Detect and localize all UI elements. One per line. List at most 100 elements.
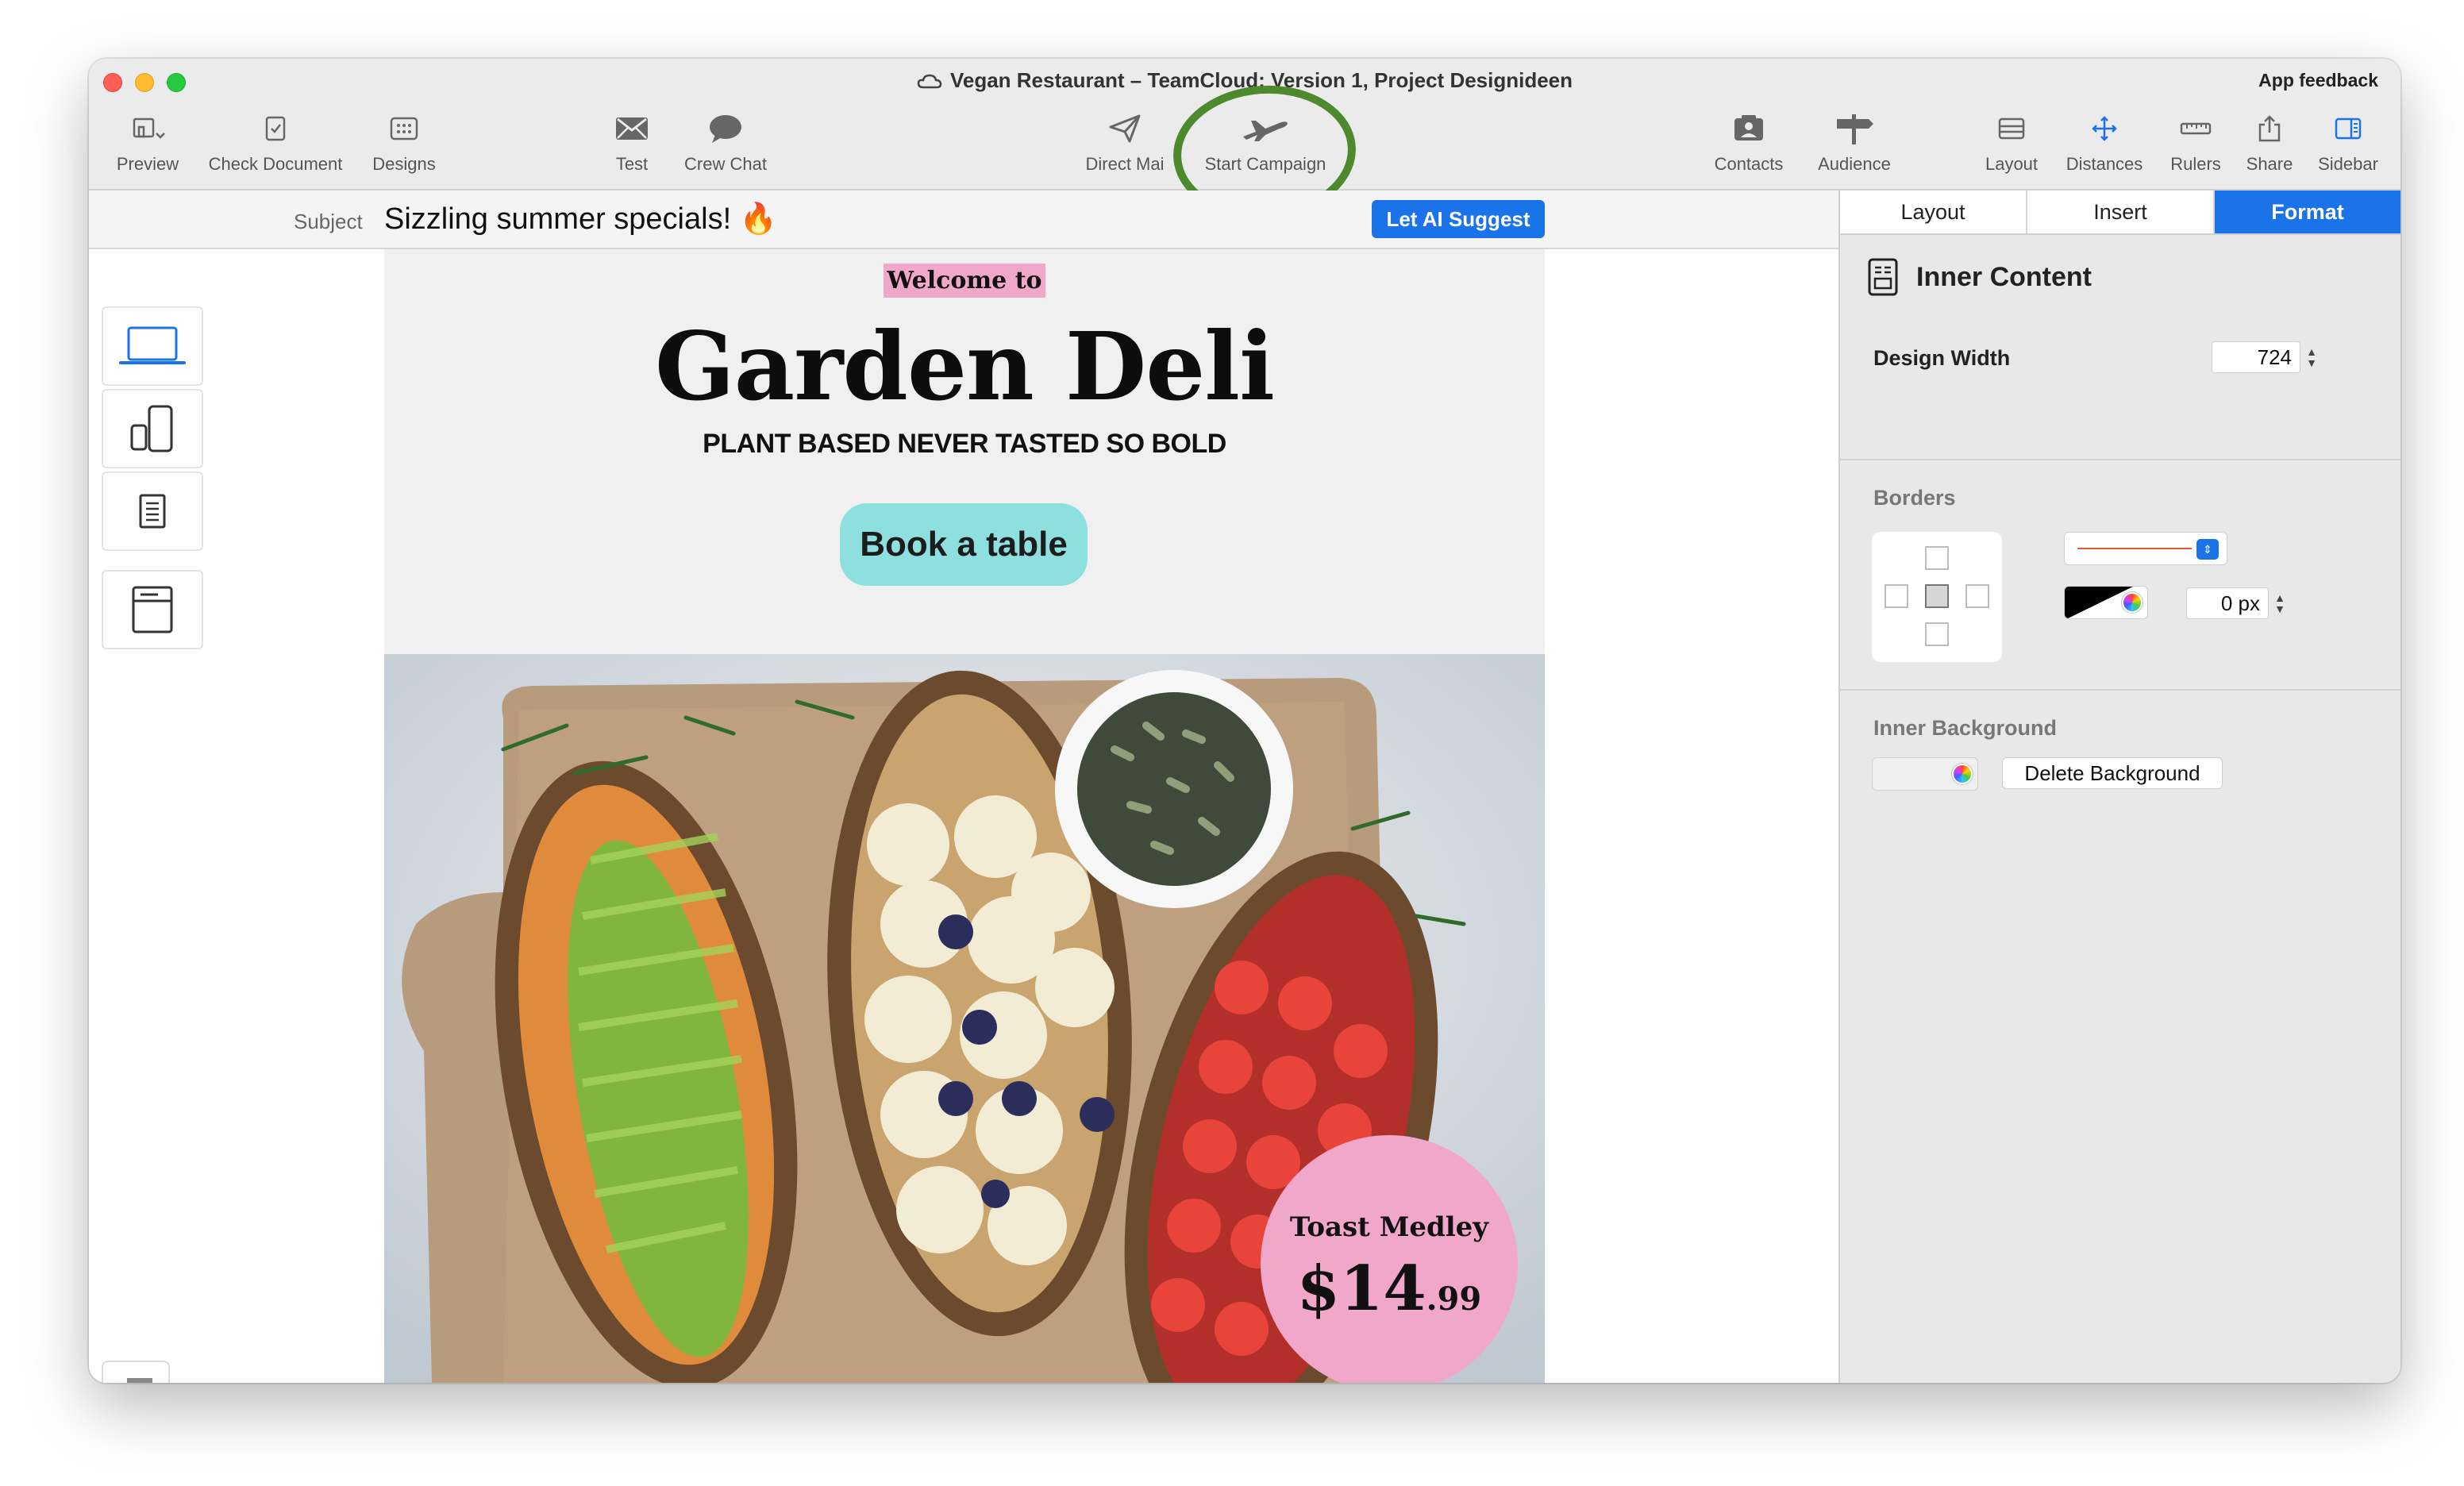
laptop-icon xyxy=(119,326,186,364)
design-width-input[interactable]: 724 xyxy=(2212,341,2300,373)
preview-label: Preview xyxy=(116,154,179,174)
inner-background-color-well[interactable] xyxy=(1872,757,1978,791)
price-badge[interactable]: Toast Medley $14.99 xyxy=(1261,1135,1518,1383)
let-ai-suggest-button[interactable]: Let AI Suggest xyxy=(1372,200,1545,238)
food-photo[interactable]: Toast Medley $14.99 xyxy=(384,654,1545,1383)
badge-price-cents: .99 xyxy=(1426,1280,1482,1318)
window-title: Vegan Restaurant – TeamCloud: Version 1,… xyxy=(89,68,2400,93)
layers-button[interactable] xyxy=(102,1361,170,1383)
check-document-icon xyxy=(265,116,286,141)
direct-mail-button[interactable]: Direct Mai xyxy=(1073,110,1176,175)
tab-format[interactable]: Format xyxy=(2215,191,2400,233)
distances-button[interactable]: Distances xyxy=(2053,110,2156,175)
contacts-button[interactable]: Contacts xyxy=(1697,110,1800,175)
border-style-select[interactable]: ⇕ xyxy=(2064,532,2227,565)
border-all-toggle[interactable] xyxy=(1925,584,1949,608)
share-label: Share xyxy=(2246,154,2293,174)
sidebar-tabs: Layout Insert Format xyxy=(1840,191,2400,235)
color-wheel-icon[interactable] xyxy=(2122,592,2143,613)
audience-button[interactable]: Audience xyxy=(1799,110,1910,175)
share-icon xyxy=(2258,115,2281,142)
book-a-table-button[interactable]: Book a table xyxy=(840,503,1088,586)
layout-button[interactable]: Layout xyxy=(1972,110,2051,175)
test-label: Test xyxy=(615,154,649,174)
tab-layout[interactable]: Layout xyxy=(1840,191,2027,233)
badge-price-main: $14 xyxy=(1296,1253,1426,1325)
preview-icon xyxy=(133,117,165,139)
app-window: Vegan Restaurant – TeamCloud: Version 1,… xyxy=(89,59,2400,1383)
sidebar-label: Sidebar xyxy=(2318,154,2378,174)
window-title-text: Vegan Restaurant – TeamCloud: Version 1,… xyxy=(949,68,1573,92)
start-campaign-label: Start Campaign xyxy=(1204,154,1326,174)
airplane-icon xyxy=(1243,121,1288,141)
distances-icon xyxy=(2092,116,2117,141)
sidebar-toggle-button[interactable]: Sidebar xyxy=(2308,110,2388,175)
designs-icon xyxy=(390,117,418,141)
inner-content-title: Inner Content xyxy=(1916,261,2092,292)
chat-bubble-icon xyxy=(710,115,741,143)
mobile-view-button[interactable] xyxy=(102,389,203,468)
rulers-label: Rulers xyxy=(2170,154,2221,174)
sidebar-icon xyxy=(2335,117,2362,140)
envelope-icon xyxy=(616,117,648,140)
start-campaign-button[interactable]: Start Campaign xyxy=(1186,110,1345,175)
document-icon xyxy=(139,494,166,529)
tab-insert[interactable]: Insert xyxy=(2027,191,2215,233)
design-width-label: Design Width xyxy=(1873,346,2011,370)
subject-input[interactable]: Sizzling summer specials! 🔥 xyxy=(384,202,777,237)
border-bottom-toggle[interactable] xyxy=(1925,622,1949,646)
format-sidebar: Layout Insert Format Inner Content Desig… xyxy=(1838,191,2400,1383)
inner-content-icon xyxy=(1868,258,1898,296)
brand-heading[interactable]: Garden Deli xyxy=(384,311,1545,422)
layout-label: Layout xyxy=(1985,154,2039,174)
contacts-label: Contacts xyxy=(1714,154,1784,174)
borders-label: Borders xyxy=(1873,486,1956,510)
template-view-button[interactable] xyxy=(102,570,203,649)
border-sides-picker[interactable] xyxy=(1872,532,2002,662)
distances-label: Distances xyxy=(2066,154,2143,174)
border-width-stepper[interactable]: ▲ ▼ xyxy=(2272,587,2288,619)
divider xyxy=(1840,689,2400,691)
tagline-text[interactable]: PLANT BASED NEVER TASTED SO BOLD xyxy=(384,429,1545,460)
welcome-text[interactable]: Welcome to xyxy=(384,264,1545,298)
cloud-icon xyxy=(917,74,942,88)
design-width-stepper[interactable]: ▲ ▼ xyxy=(2304,341,2320,373)
designs-button[interactable]: Designs xyxy=(348,110,460,175)
badge-price: $14.99 xyxy=(1261,1253,1518,1325)
border-top-toggle[interactable] xyxy=(1925,546,1949,570)
border-left-toggle[interactable] xyxy=(1885,584,1908,608)
badge-dish-name: Toast Medley xyxy=(1289,1211,1489,1243)
rulers-button[interactable]: Rulers xyxy=(2156,110,2235,175)
window-template-icon xyxy=(132,586,173,633)
ruler-icon xyxy=(2180,122,2212,135)
email-design: Welcome to Garden Deli PLANT BASED NEVER… xyxy=(384,249,1545,1383)
email-hero: Welcome to Garden Deli PLANT BASED NEVER… xyxy=(384,249,1545,654)
devices-icon xyxy=(130,405,173,452)
check-document-label: Check Document xyxy=(208,154,343,174)
border-width-input[interactable]: 0 px xyxy=(2186,587,2269,619)
desktop-view-button[interactable] xyxy=(102,306,203,386)
toolbar: Vegan Restaurant – TeamCloud: Version 1,… xyxy=(89,59,2400,225)
delete-background-button[interactable]: Delete Background xyxy=(2002,757,2223,789)
check-document-button[interactable]: Check Document xyxy=(192,110,359,175)
border-color-well[interactable] xyxy=(2064,586,2148,619)
divider xyxy=(1840,459,2400,460)
color-wheel-icon[interactable] xyxy=(1952,764,1973,784)
audience-label: Audience xyxy=(1818,154,1891,174)
layout-icon xyxy=(1998,117,2025,140)
preview-button[interactable]: Preview xyxy=(100,110,195,175)
editor-canvas: Welcome to Garden Deli PLANT BASED NEVER… xyxy=(89,249,1838,1383)
crew-chat-button[interactable]: Crew Chat xyxy=(670,110,781,175)
border-right-toggle[interactable] xyxy=(1965,584,1989,608)
test-button[interactable]: Test xyxy=(584,110,680,175)
subject-label: Subject xyxy=(294,210,363,233)
share-button[interactable]: Share xyxy=(2234,110,2305,175)
direct-mail-label: Direct Mai xyxy=(1085,154,1165,174)
chevron-updown-icon: ⇕ xyxy=(2196,539,2219,560)
app-feedback-link[interactable]: App feedback xyxy=(2258,70,2378,91)
text-view-button[interactable] xyxy=(102,472,203,551)
contacts-icon xyxy=(1734,115,1763,141)
paper-plane-icon xyxy=(1109,114,1141,143)
inner-content-header: Inner Content xyxy=(1867,257,2092,297)
designs-label: Designs xyxy=(372,154,436,174)
